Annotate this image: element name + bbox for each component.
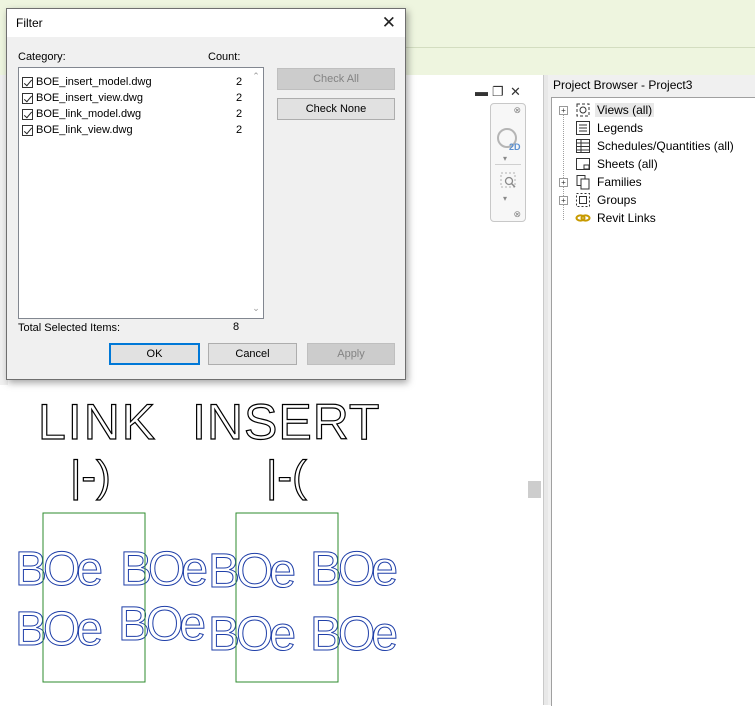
tree-item-label: Sheets (all) <box>597 157 658 171</box>
ribbon-divider <box>405 47 755 48</box>
list-item[interactable]: BOE_insert_model.dwg 2 <box>21 75 261 91</box>
boe-mark: BOe <box>118 598 204 651</box>
item-count: 2 <box>236 124 243 136</box>
item-checkbox[interactable] <box>22 109 33 120</box>
sheets-icon <box>575 156 591 172</box>
drawing-canvas[interactable]: LINK|-)INSERT|-(BOe BOeBOe BOeBOe BOeBOe BOe <box>0 385 545 705</box>
tree-item-label: Families <box>597 175 642 189</box>
scroll-down-icon[interactable]: ⌄ <box>251 303 261 313</box>
tree-item-families[interactable]: + Families <box>552 173 752 191</box>
boe-mark: BOe <box>208 545 294 598</box>
item-count: 2 <box>236 92 243 104</box>
ok-button[interactable]: OK <box>109 343 200 365</box>
item-count: 2 <box>236 108 243 120</box>
item-name: BOE_insert_model.dwg <box>36 76 152 88</box>
category-header: Category: <box>18 51 66 63</box>
apply-button[interactable]: Apply <box>307 343 395 365</box>
tree-item-views-all[interactable]: + Views (all) <box>552 101 752 119</box>
project-browser-tree: + Views (all) Legends Schedules/Quantities … <box>551 97 755 706</box>
tree-item-revit-links[interactable]: Revit Links <box>552 209 752 227</box>
chevron-down-icon[interactable]: ▾ <box>503 154 507 163</box>
item-checkbox[interactable] <box>22 125 33 136</box>
item-checkbox[interactable] <box>22 77 33 88</box>
item-name: BOE_insert_view.dwg <box>36 92 143 104</box>
zoom-extents-icon[interactable] <box>500 172 516 188</box>
tree-item-label: Groups <box>597 193 637 207</box>
list-item[interactable]: BOE_link_model.dwg 2 <box>21 107 261 123</box>
close-view-icon[interactable]: ✕ <box>510 84 521 100</box>
list-item[interactable]: BOE_link_view.dwg 2 <box>21 123 261 139</box>
tree-item-label: Schedules/Quantities (all) <box>597 139 734 153</box>
mode-2d-label: 2D <box>509 142 521 152</box>
dialog-titlebar[interactable]: Filter ✕ <box>7 9 405 37</box>
boe-mark: BOe <box>15 603 101 656</box>
zoom-chevron-down-icon[interactable]: ▾ <box>503 194 507 203</box>
tree-item-groups[interactable]: + Groups <box>552 191 752 209</box>
schedules-icon <box>575 138 591 154</box>
check-all-button[interactable]: Check All <box>277 68 395 90</box>
item-name: BOE_link_view.dwg <box>36 124 133 136</box>
dialog-title: Filter <box>16 16 43 30</box>
legends-icon <box>575 120 591 136</box>
project-browser-title: Project Browser - Project3 <box>553 78 693 92</box>
item-checkbox[interactable] <box>22 93 33 104</box>
filter-dialog: Filter ✕ Category: Count: BOE_insert_mod… <box>6 8 406 380</box>
list-scrollbar[interactable]: ⌃ ⌄ <box>249 68 263 318</box>
project-browser: Project Browser - Project3 + Views (all) L… <box>548 75 755 706</box>
views-icon <box>575 102 591 118</box>
count-header: Count: <box>208 51 241 63</box>
restore-view-icon[interactable]: ❐ <box>492 84 504 100</box>
expand-icon[interactable]: + <box>559 196 568 205</box>
groups-icon <box>575 192 591 208</box>
total-selected-value: 8 <box>233 321 240 333</box>
item-count: 2 <box>236 76 243 88</box>
navigation-bar: ⊗ 2D ▾ ▾ ⊗ <box>490 103 526 222</box>
scroll-up-icon[interactable]: ⌃ <box>251 71 261 81</box>
tree-item-label: Revit Links <box>597 211 656 225</box>
list-item[interactable]: BOE_insert_view.dwg 2 <box>21 91 261 107</box>
link-symbol: |-) <box>70 452 111 501</box>
minimize-view-icon[interactable]: ▬ <box>475 84 488 99</box>
nav-bar-options-icon[interactable]: ⊗ <box>513 209 521 220</box>
total-selected-label: Total Selected Items: <box>18 322 121 334</box>
insert-heading: INSERT <box>192 394 380 450</box>
boe-mark: BOe <box>120 543 206 596</box>
revit-links-icon <box>575 210 591 226</box>
close-icon[interactable]: ✕ <box>382 13 396 33</box>
cancel-button[interactable]: Cancel <box>208 343 297 365</box>
expand-icon[interactable]: + <box>559 178 568 187</box>
boe-mark: BOe <box>310 543 396 596</box>
insert-symbol: |-( <box>266 452 307 501</box>
check-none-button[interactable]: Check None <box>277 98 395 120</box>
boe-mark: BOe <box>208 608 294 661</box>
families-icon <box>575 174 591 190</box>
boe-mark: BOe <box>310 608 396 661</box>
tree-item-label: Views (all) <box>595 103 655 117</box>
link-heading: LINK <box>38 394 157 450</box>
item-name: BOE_link_model.dwg <box>36 108 142 120</box>
tree-item-sheets-all[interactable]: Sheets (all) <box>552 155 752 173</box>
tree-item-schedules-quantities-all[interactable]: Schedules/Quantities (all) <box>552 137 752 155</box>
nav-bar-close-icon[interactable]: ⊗ <box>513 105 521 116</box>
boe-mark: BOe <box>15 543 101 596</box>
expand-icon[interactable]: + <box>559 106 568 115</box>
nav-separator <box>495 164 521 165</box>
category-list[interactable]: BOE_insert_model.dwg 2 BOE_insert_view.dwg… <box>18 67 264 319</box>
tree-item-legends[interactable]: Legends <box>552 119 752 137</box>
tree-item-label: Legends <box>597 121 644 135</box>
